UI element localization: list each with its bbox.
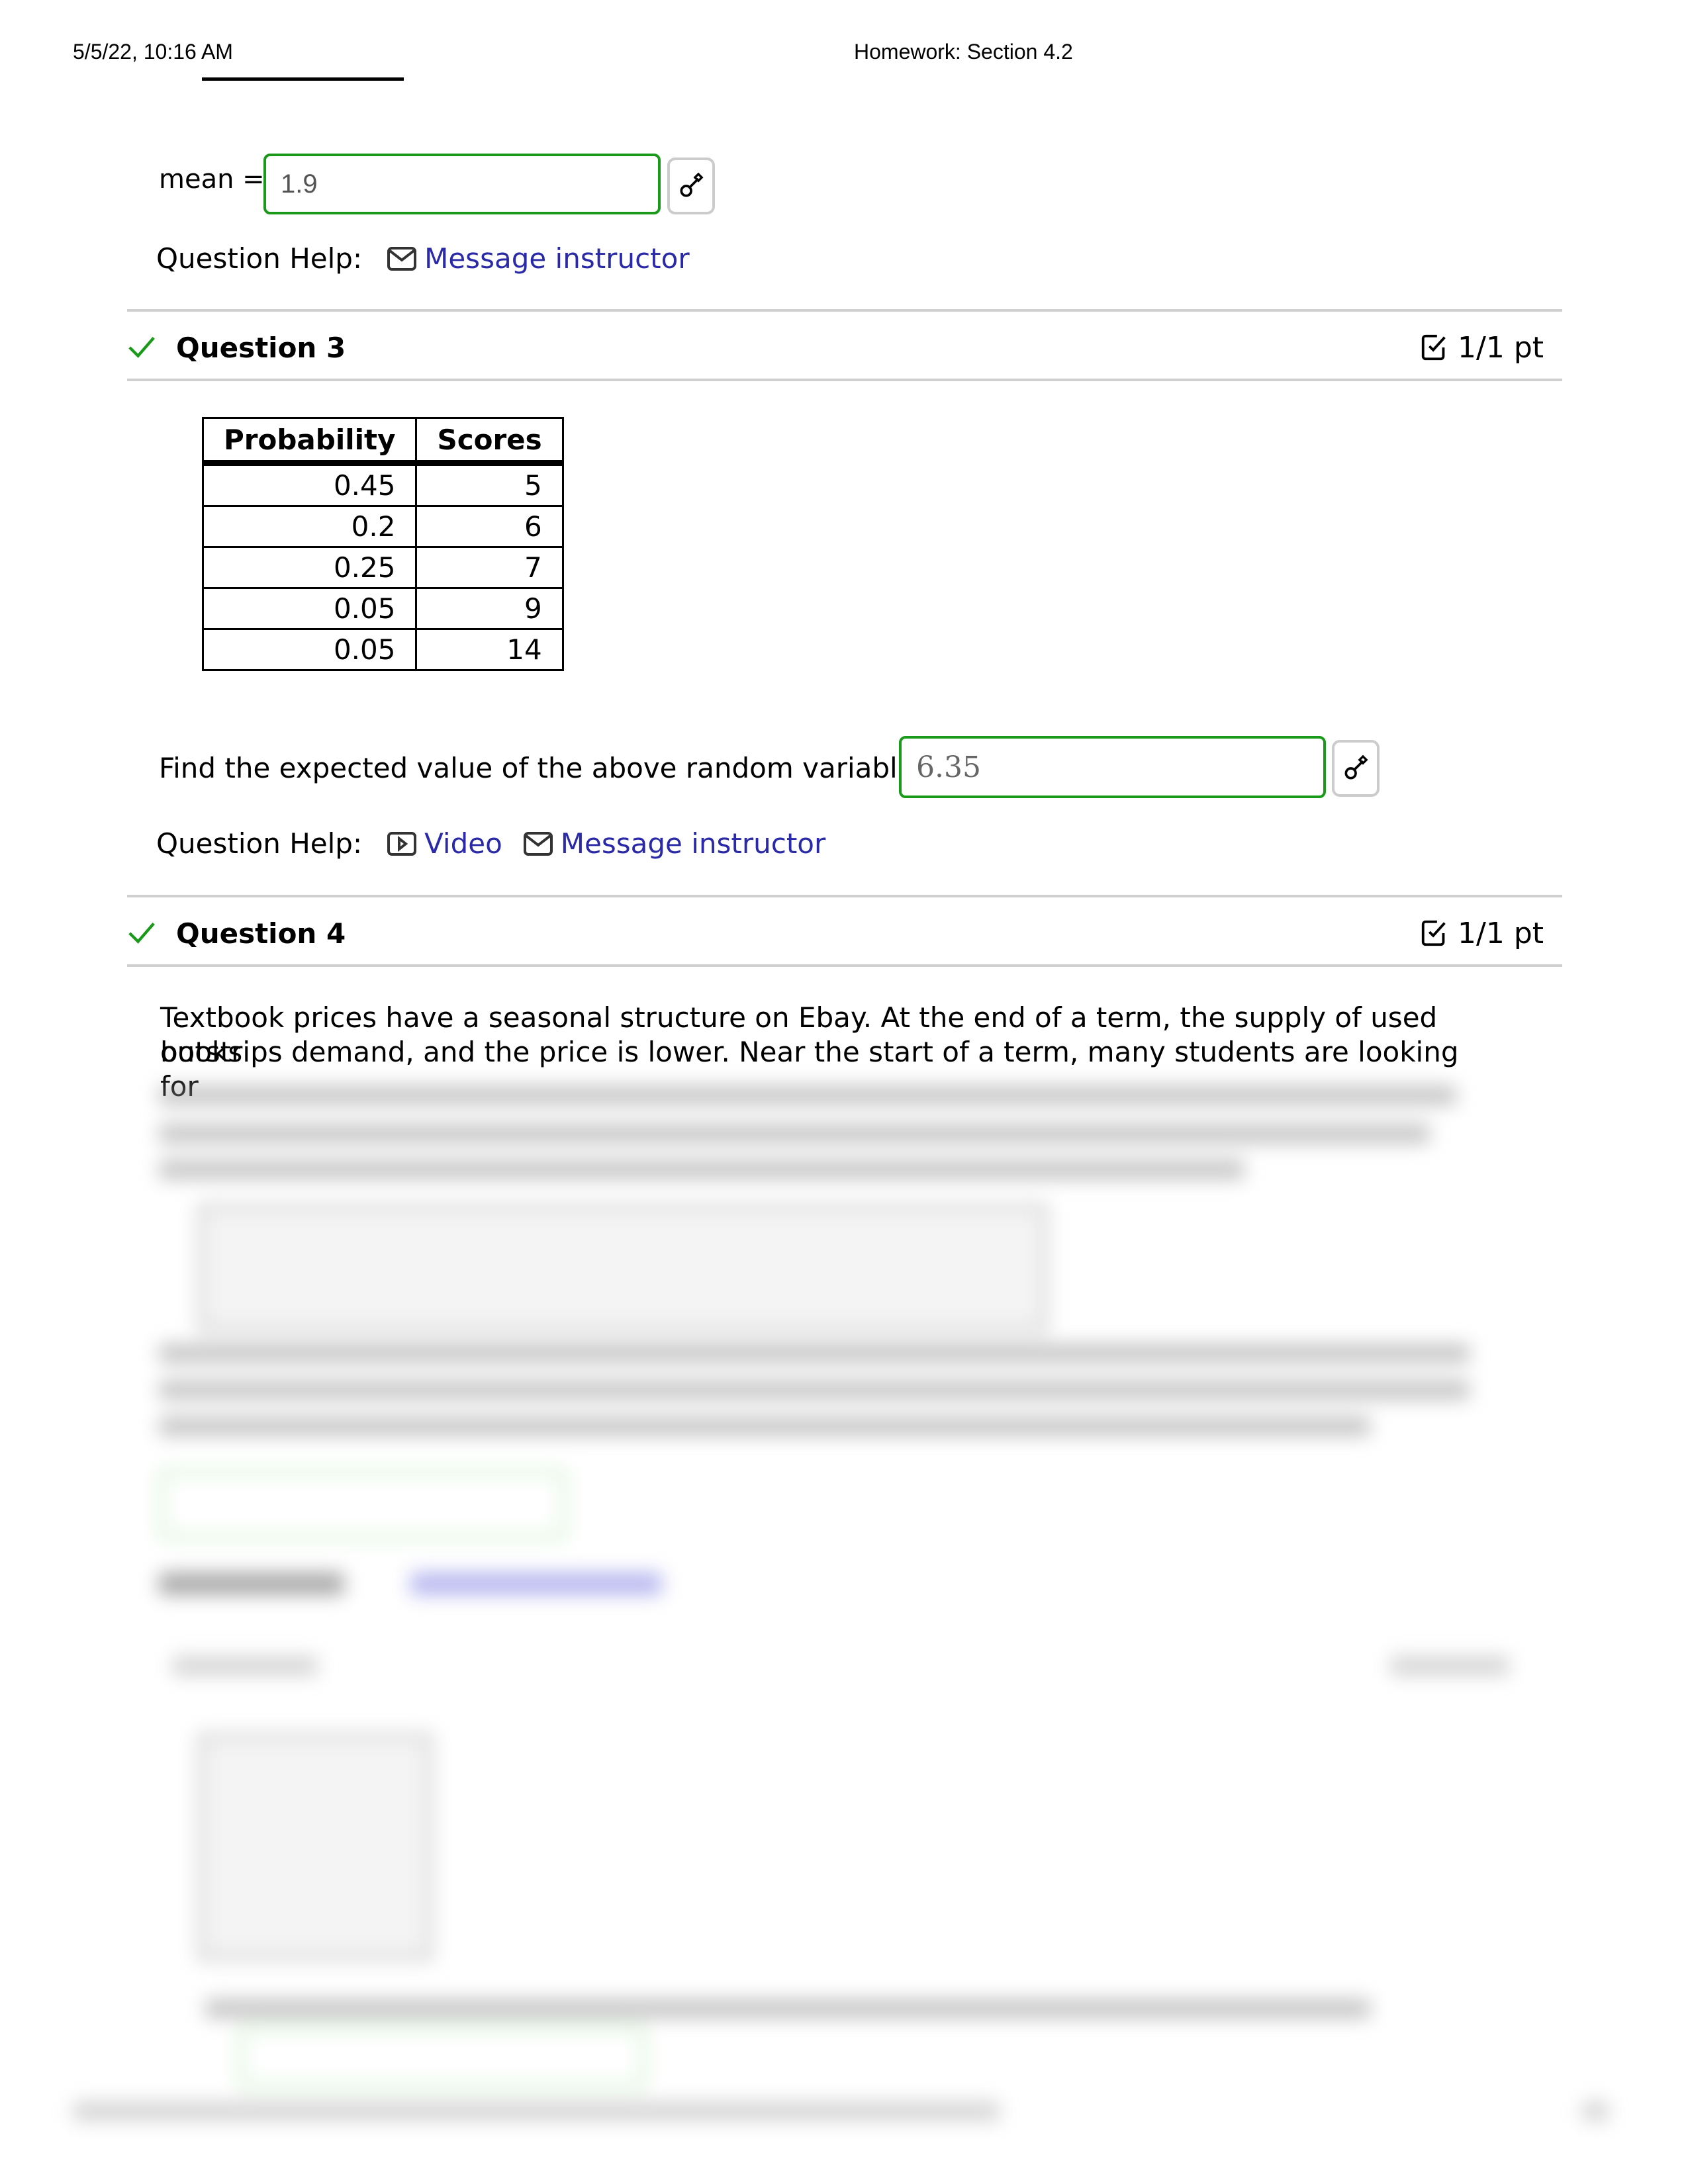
table-row: 0.05 14	[201, 628, 564, 671]
mean-answer-input[interactable]: 1.9	[263, 154, 661, 214]
cell-probability: 0.05	[201, 628, 418, 671]
question4-title: Question 4	[176, 917, 346, 950]
question3-title: Question 3	[176, 331, 346, 364]
message-instructor-link[interactable]: Message instructor	[386, 242, 690, 275]
message-instructor-label: Message instructor	[560, 827, 826, 860]
expected-value-prompt: Find the expected value of the above ran…	[159, 752, 923, 784]
mail-icon	[387, 246, 417, 271]
probability-table: Probability Scores 0.45 5 0.2 6 0.25 7 0.05…	[201, 417, 564, 671]
cell-probability: 0.45	[201, 462, 418, 507]
underline-rule	[202, 77, 404, 81]
question-help-label: Question Help:	[156, 827, 363, 860]
key-icon	[680, 172, 704, 197]
cell-score: 5	[415, 462, 564, 507]
question4-score-value: 1/1 pt	[1458, 916, 1544, 950]
question3-score-value: 1/1 pt	[1458, 330, 1544, 365]
table-row: 0.45 5	[201, 462, 564, 507]
header-probability: Probability	[201, 417, 418, 466]
table-row: 0.2 6	[201, 505, 564, 548]
cell-probability: 0.25	[201, 546, 418, 589]
table-header-row: Probability Scores	[201, 417, 564, 466]
cell-probability: 0.05	[201, 587, 418, 630]
view-answer-key-button[interactable]	[667, 158, 715, 214]
print-page-title: Homework: Section 4.2	[854, 40, 1073, 64]
checkmark-icon	[127, 334, 167, 361]
divider	[127, 964, 1562, 967]
divider	[127, 379, 1562, 381]
mean-label: mean =	[159, 164, 265, 195]
print-datetime: 5/5/22, 10:16 AM	[73, 40, 233, 64]
question-help-label: Question Help:	[156, 242, 363, 275]
key-icon	[1344, 754, 1368, 780]
expected-value-input[interactable]: 6.35	[899, 736, 1326, 798]
table-row: 0.25 7	[201, 546, 564, 589]
expected-value-answer: 6.35	[916, 750, 981, 784]
header-scores: Scores	[415, 417, 564, 466]
cell-score: 9	[415, 587, 564, 630]
table-row: 0.05 9	[201, 587, 564, 630]
mean-answer-value: 1.9	[281, 169, 318, 199]
question4-header: Question 4 1/1 pt	[127, 903, 1544, 963]
video-label: Video	[424, 827, 502, 860]
cell-probability: 0.2	[201, 505, 418, 548]
video-icon	[387, 831, 417, 856]
question3-header: Question 3 1/1 pt	[127, 318, 1544, 377]
checkmark-icon	[127, 920, 167, 946]
cell-score: 7	[415, 546, 564, 589]
view-answer-key-button[interactable]	[1332, 740, 1380, 797]
question3-help-row: Question Help: Video Message instructor	[156, 827, 845, 860]
cell-score: 6	[415, 505, 564, 548]
divider	[127, 309, 1562, 312]
cell-score: 14	[415, 628, 564, 671]
question3-score: 1/1 pt	[1419, 331, 1544, 365]
message-instructor-link[interactable]: Message instructor	[522, 827, 825, 860]
score-check-icon	[1421, 920, 1446, 946]
message-instructor-label: Message instructor	[424, 242, 690, 275]
video-link[interactable]: Video	[386, 827, 502, 860]
divider	[127, 895, 1562, 897]
score-check-icon	[1421, 334, 1446, 361]
mail-icon	[523, 831, 553, 856]
question2-help-row: Question Help: Message instructor	[156, 242, 710, 275]
obscured-content	[0, 1072, 1688, 2184]
question4-score: 1/1 pt	[1419, 917, 1544, 950]
